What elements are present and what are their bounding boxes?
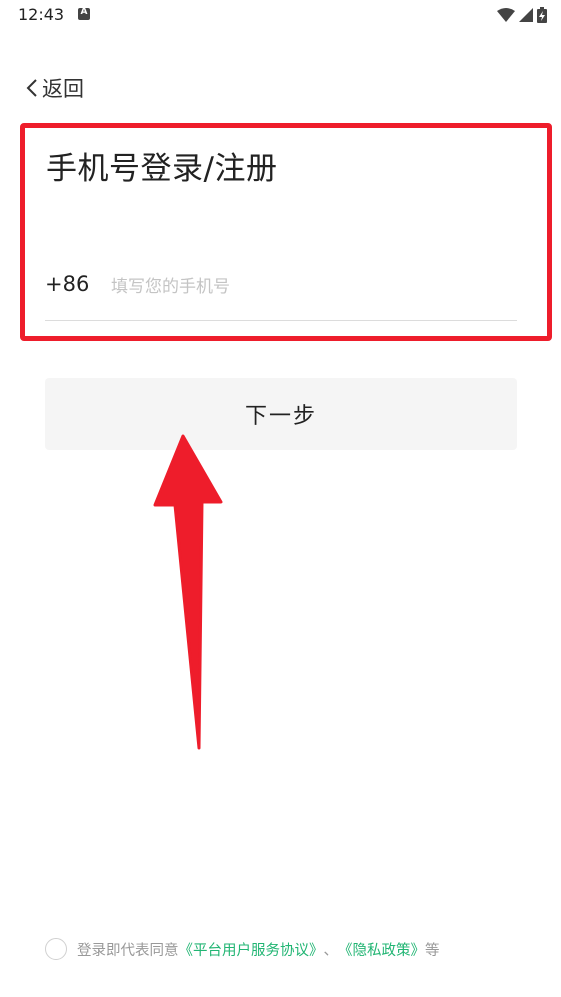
back-label: 返回 bbox=[42, 77, 84, 101]
country-code-selector[interactable]: +86 bbox=[45, 272, 89, 296]
signal-icon bbox=[519, 8, 533, 22]
battery-charging-icon bbox=[537, 7, 547, 23]
wifi-icon bbox=[497, 8, 515, 22]
agreement-prefix: 登录即代表同意 bbox=[77, 942, 179, 959]
terms-link[interactable]: 《平台用户服务协议》 bbox=[179, 939, 324, 960]
status-bar: 12:43 bbox=[0, 0, 561, 32]
login-screen: 12:43 返回 手机号登录/注册 +86 下一步 bbox=[0, 0, 561, 997]
back-button[interactable]: 返回 bbox=[24, 73, 84, 103]
a-badge-icon bbox=[78, 7, 90, 20]
status-time: 12:43 bbox=[18, 5, 65, 24]
phone-number-input[interactable] bbox=[111, 272, 501, 302]
next-step-button[interactable]: 下一步 bbox=[45, 378, 517, 450]
privacy-link[interactable]: 《隐私政策》 bbox=[338, 939, 425, 960]
status-icons bbox=[497, 6, 547, 24]
agreement-separator: 、 bbox=[323, 942, 339, 959]
phone-input-row: +86 bbox=[45, 268, 517, 321]
agree-checkbox[interactable] bbox=[45, 938, 67, 960]
chevron-left-icon bbox=[26, 79, 37, 97]
agreement-suffix: 等 bbox=[425, 942, 440, 959]
agreement-row: 登录即代表同意 《平台用户服务协议》 、 《隐私政策》 等 bbox=[45, 936, 440, 962]
page-title: 手机号登录/注册 bbox=[46, 151, 278, 187]
